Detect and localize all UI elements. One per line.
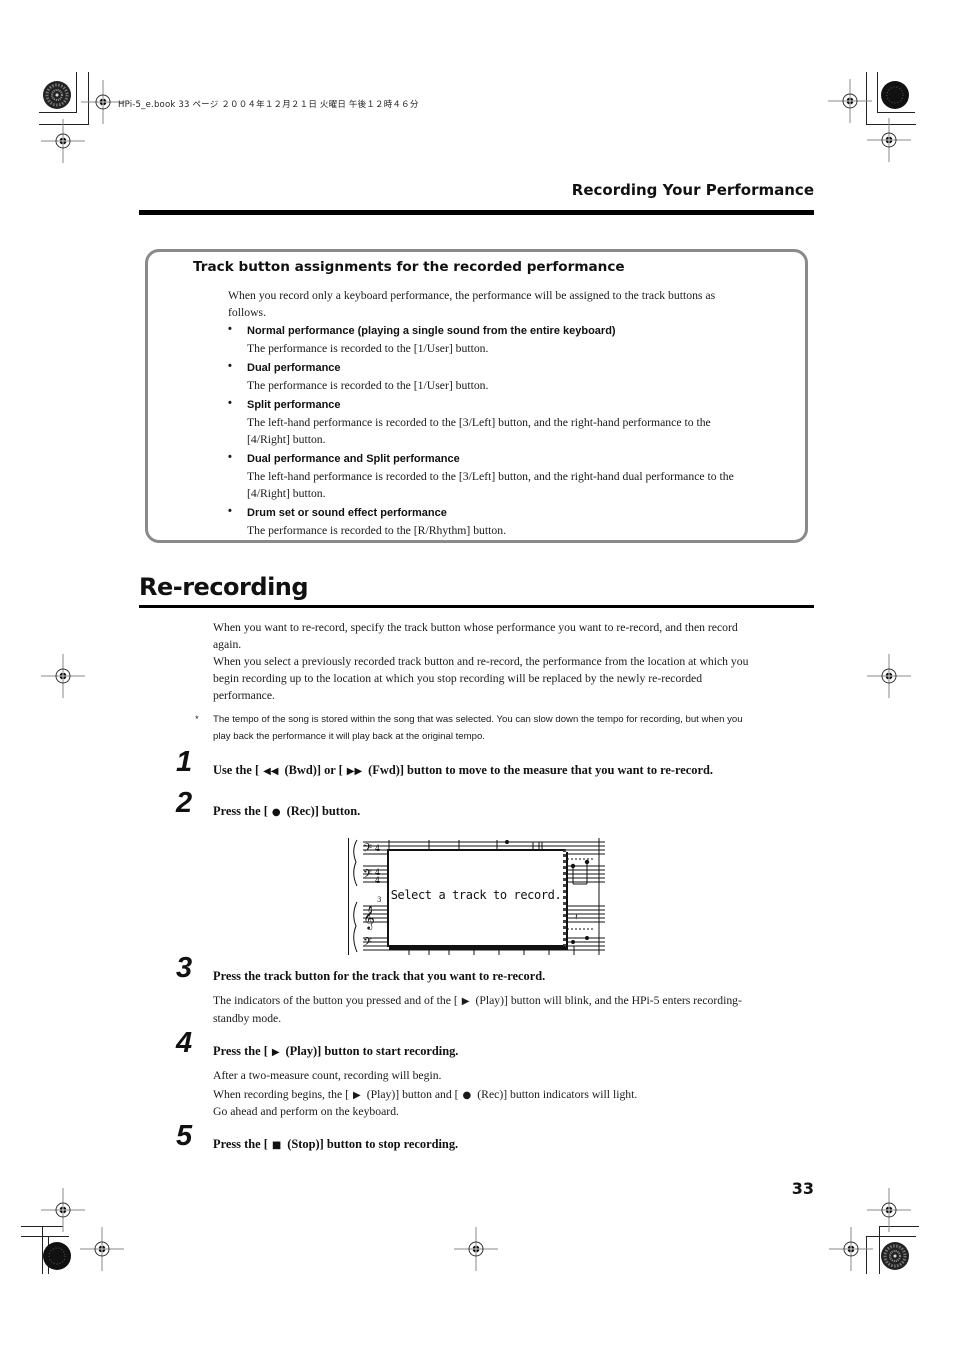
note-title: Track button assignments for the recorde… <box>193 259 625 275</box>
bullet: • <box>228 323 232 335</box>
item-title: Dual performance and Split performance <box>247 453 460 465</box>
text: (Play)] button to start recording. <box>285 1044 459 1058</box>
item-body: The left-hand performance is recorded to… <box>247 416 711 446</box>
footnote-asterisk: * <box>195 714 199 725</box>
treble-clef-icon: 𝄞 <box>363 905 375 930</box>
registration-target-icon <box>40 118 86 164</box>
text: (Play)] button and [ <box>366 1088 459 1101</box>
star-target-icon <box>43 81 71 109</box>
intro-paragraph: When you want to re-record, specify the … <box>213 621 738 651</box>
page-number: 33 <box>791 1179 814 1198</box>
lcd-dialog: Select a track to record. <box>387 849 566 947</box>
section-title: Re-recording <box>139 573 309 601</box>
play-icon: ▶ <box>352 1090 361 1101</box>
registration-target-icon <box>828 1226 874 1272</box>
print-slug: HPi-5_e.book 33 ページ ２００４年１２月２１日 火曜日 午後１２… <box>118 100 419 110</box>
text: (Stop)] button to stop recording. <box>287 1137 459 1151</box>
text: Press the [ <box>213 804 268 818</box>
step-instruction: Use the [◀◀ (Bwd)] or [▶▶ (Fwd)] button to… <box>213 763 713 778</box>
measure-number: 3 <box>377 896 381 904</box>
rewind-icon: ◀◀ <box>263 766 279 777</box>
step-instruction: Press the track button for the track tha… <box>213 969 546 983</box>
play-icon: ▶ <box>461 996 470 1007</box>
item-title: Dual performance <box>247 362 341 374</box>
registration-target-icon <box>40 653 86 699</box>
item-body: The performance is recorded to the [1/Us… <box>247 379 489 392</box>
list-item: • Split performance The left-hand perfor… <box>228 397 748 448</box>
star-target-icon <box>43 1242 71 1270</box>
step-description: The indicators of the button you pressed… <box>213 992 753 1027</box>
bullet: • <box>228 360 232 372</box>
bullet: • <box>228 505 232 517</box>
text: The indicators of the button you pressed… <box>213 994 458 1007</box>
registration-target-icon <box>866 1187 912 1233</box>
step-number: 4 <box>176 1027 193 1059</box>
registration-target-icon <box>866 117 912 163</box>
star-target-icon <box>881 1242 909 1270</box>
note-intro: When you record only a keyboard performa… <box>228 289 716 319</box>
text: (Rec)] button. <box>286 804 361 818</box>
step-instruction: Press the [▶ (Play)] button to start reco… <box>213 1044 458 1059</box>
list-item: • Dual performance and Split performance… <box>228 451 748 502</box>
item-title: Normal performance (playing a single sou… <box>247 325 616 337</box>
step-description: After a two-measure count, recording wil… <box>213 1069 442 1082</box>
text: Use the [ <box>213 763 260 777</box>
time-signature: 4 <box>375 876 380 885</box>
list-item: • Drum set or sound effect performance T… <box>228 505 748 539</box>
text: (Fwd)] button to move to the measure tha… <box>368 763 713 777</box>
text: (Bwd)] or [ <box>284 763 343 777</box>
rest-icon: 𝄽 <box>575 913 578 923</box>
item-body: The left-hand performance is recorded to… <box>247 470 734 500</box>
text: When recording begins, the [ <box>213 1088 349 1101</box>
step-description: When recording begins, the [▶ (Play)] but… <box>213 1086 753 1104</box>
step-number: 1 <box>176 746 193 778</box>
step-description: Go ahead and perform on the keyboard. <box>213 1105 399 1118</box>
tempo-footnote: * The tempo of the song is stored within… <box>195 712 755 745</box>
step-number: 3 <box>176 952 193 984</box>
item-title: Drum set or sound effect performance <box>247 507 447 519</box>
stop-icon: ■ <box>271 1140 282 1151</box>
header-rule <box>139 210 814 215</box>
text: Press the [ <box>213 1044 268 1058</box>
record-icon: ● <box>462 1090 472 1101</box>
item-body: The performance is recorded to the [R/Rh… <box>247 524 506 537</box>
registration-target-icon <box>866 653 912 699</box>
time-signature: 4 <box>375 844 380 853</box>
assignment-list: • Normal performance (playing a single s… <box>228 323 748 542</box>
step-number: 2 <box>176 787 193 819</box>
lcd-message: Select a track to record. <box>390 888 562 902</box>
registration-target-icon <box>79 1226 125 1272</box>
intro-paragraph: When you select a previously recorded tr… <box>213 655 749 702</box>
step-instruction: Press the [■ (Stop)] button to stop recor… <box>213 1137 458 1152</box>
registration-target-icon <box>40 1187 86 1233</box>
item-body: The performance is recorded to the [1/Us… <box>247 342 489 355</box>
footnote-text: The tempo of the song is stored within t… <box>213 714 743 742</box>
text: Press the [ <box>213 1137 268 1151</box>
record-icon: ● <box>271 807 281 818</box>
play-icon: ▶ <box>271 1047 280 1058</box>
step-instruction: Press the [● (Rec)] button. <box>213 804 360 819</box>
bass-clef-icon: 𝄢 <box>363 868 372 884</box>
bass-clef-icon: 𝄢 <box>363 842 372 858</box>
bullet: • <box>228 451 232 463</box>
list-item: • Dual performance The performance is re… <box>228 360 748 394</box>
registration-target-icon <box>827 78 873 124</box>
track-assignment-note: Track button assignments for the recorde… <box>145 249 808 543</box>
registration-target-icon <box>453 1226 499 1272</box>
text: (Rec)] button indicators will light. <box>477 1088 638 1101</box>
fast-forward-icon: ▶▶ <box>346 766 363 777</box>
running-head: Recording Your Performance <box>571 181 814 199</box>
star-target-icon <box>881 81 909 109</box>
section-rule <box>139 605 814 608</box>
list-item: • Normal performance (playing a single s… <box>228 323 748 357</box>
lcd-screen: 𝄢 𝄢 4 4 4 𝄞 𝄢 3 𝄽 Select a track to reco… <box>348 838 605 955</box>
bass-clef-icon: 𝄢 <box>363 936 372 952</box>
item-title: Split performance <box>247 399 341 411</box>
bullet: • <box>228 397 232 409</box>
step-number: 5 <box>176 1120 193 1152</box>
